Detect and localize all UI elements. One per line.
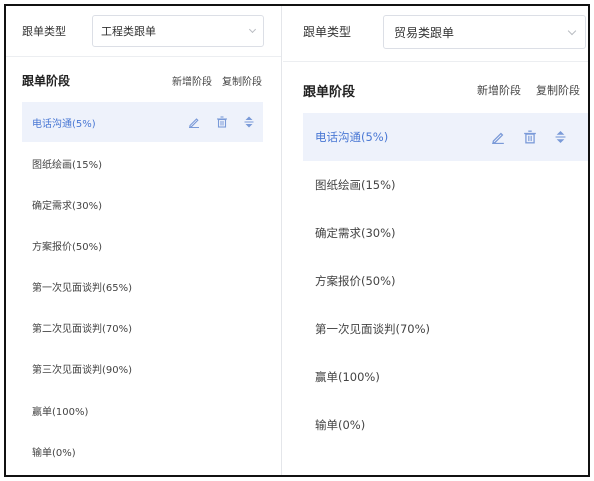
chevron-down-icon [248,25,257,34]
stage-item[interactable]: 方案报价(50%) [303,257,588,305]
stage-label: 图纸绘画(15%) [32,159,103,171]
stage-item[interactable]: 确定需求(30%) [303,209,588,257]
type-label: 跟单类型 [22,25,66,38]
stage-item[interactable]: 第二次见面谈判(70%) [22,307,263,347]
stage-label: 确定需求(30%) [315,226,396,240]
pencil-icon[interactable] [491,130,505,144]
sort-icon[interactable] [555,130,566,144]
trash-icon[interactable] [523,130,537,144]
right-panel: 跟单类型 贸易类跟单 跟单阶段 新增阶段 复制阶段 电话沟通(5%) 图纸绘画(… [283,6,588,475]
stage-item[interactable]: 第一次见面谈判(65%) [22,266,263,306]
stage-label: 第三次见面谈判(90%) [32,364,133,376]
stage-label: 图纸绘画(15%) [315,178,396,192]
stage-label: 第一次见面谈判(70%) [315,322,431,336]
sort-icon[interactable] [244,116,254,128]
type-select[interactable]: 贸易类跟单 [383,15,586,49]
stage-actions [188,116,254,128]
copy-stage-button[interactable]: 复制阶段 [222,73,262,88]
stage-item[interactable]: 赢单(100%) [303,353,588,401]
stage-item[interactable]: 电话沟通(5%) [22,102,263,142]
window-frame: 跟单类型 工程类跟单 跟单阶段 新增阶段 复制阶段 电话沟通(5%) 图纸绘画(… [4,4,590,477]
stage-item[interactable]: 第三次见面谈判(90%) [22,348,263,388]
stage-actions [491,130,566,144]
add-stage-button[interactable]: 新增阶段 [477,82,521,98]
stage-item[interactable]: 图纸绘画(15%) [22,143,263,183]
stage-label: 电话沟通(5%) [32,118,96,130]
stage-item[interactable]: 输单(0%) [303,401,588,449]
stage-item[interactable]: 输单(0%) [22,431,263,471]
stage-item[interactable]: 赢单(100%) [22,390,263,430]
pencil-icon[interactable] [188,116,200,128]
stage-item[interactable]: 第一次见面谈判(70%) [303,305,588,353]
stage-label: 第一次见面谈判(65%) [32,282,133,294]
stage-item[interactable]: 电话沟通(5%) [303,113,588,161]
type-select-value: 工程类跟单 [101,25,156,38]
add-stage-button[interactable]: 新增阶段 [172,73,212,88]
stage-label: 赢单(100%) [32,406,89,418]
divider [6,56,282,57]
trash-icon[interactable] [216,116,228,128]
stage-label: 电话沟通(5%) [315,130,389,144]
panel-divider [281,6,282,475]
stage-item[interactable]: 图纸绘画(15%) [303,161,588,209]
chevron-down-icon [567,26,577,36]
divider [283,61,588,62]
stages-title: 跟单阶段 [303,85,356,100]
stage-label: 方案报价(50%) [315,274,396,288]
stage-label: 输单(0%) [315,418,366,432]
stage-label: 赢单(100%) [315,370,380,384]
stage-item[interactable]: 方案报价(50%) [22,225,263,265]
left-panel: 跟单类型 工程类跟单 跟单阶段 新增阶段 复制阶段 电话沟通(5%) 图纸绘画(… [6,6,282,475]
type-select-value: 贸易类跟单 [394,25,455,40]
stage-label: 输单(0%) [32,447,76,459]
type-label: 跟单类型 [303,25,352,39]
stage-item[interactable]: 确定需求(30%) [22,184,263,224]
stages-title: 跟单阶段 [22,74,71,88]
stage-label: 方案报价(50%) [32,241,103,253]
stage-label: 第二次见面谈判(70%) [32,323,133,335]
type-select[interactable]: 工程类跟单 [92,15,264,47]
copy-stage-button[interactable]: 复制阶段 [536,82,580,98]
stage-label: 确定需求(30%) [32,200,103,212]
